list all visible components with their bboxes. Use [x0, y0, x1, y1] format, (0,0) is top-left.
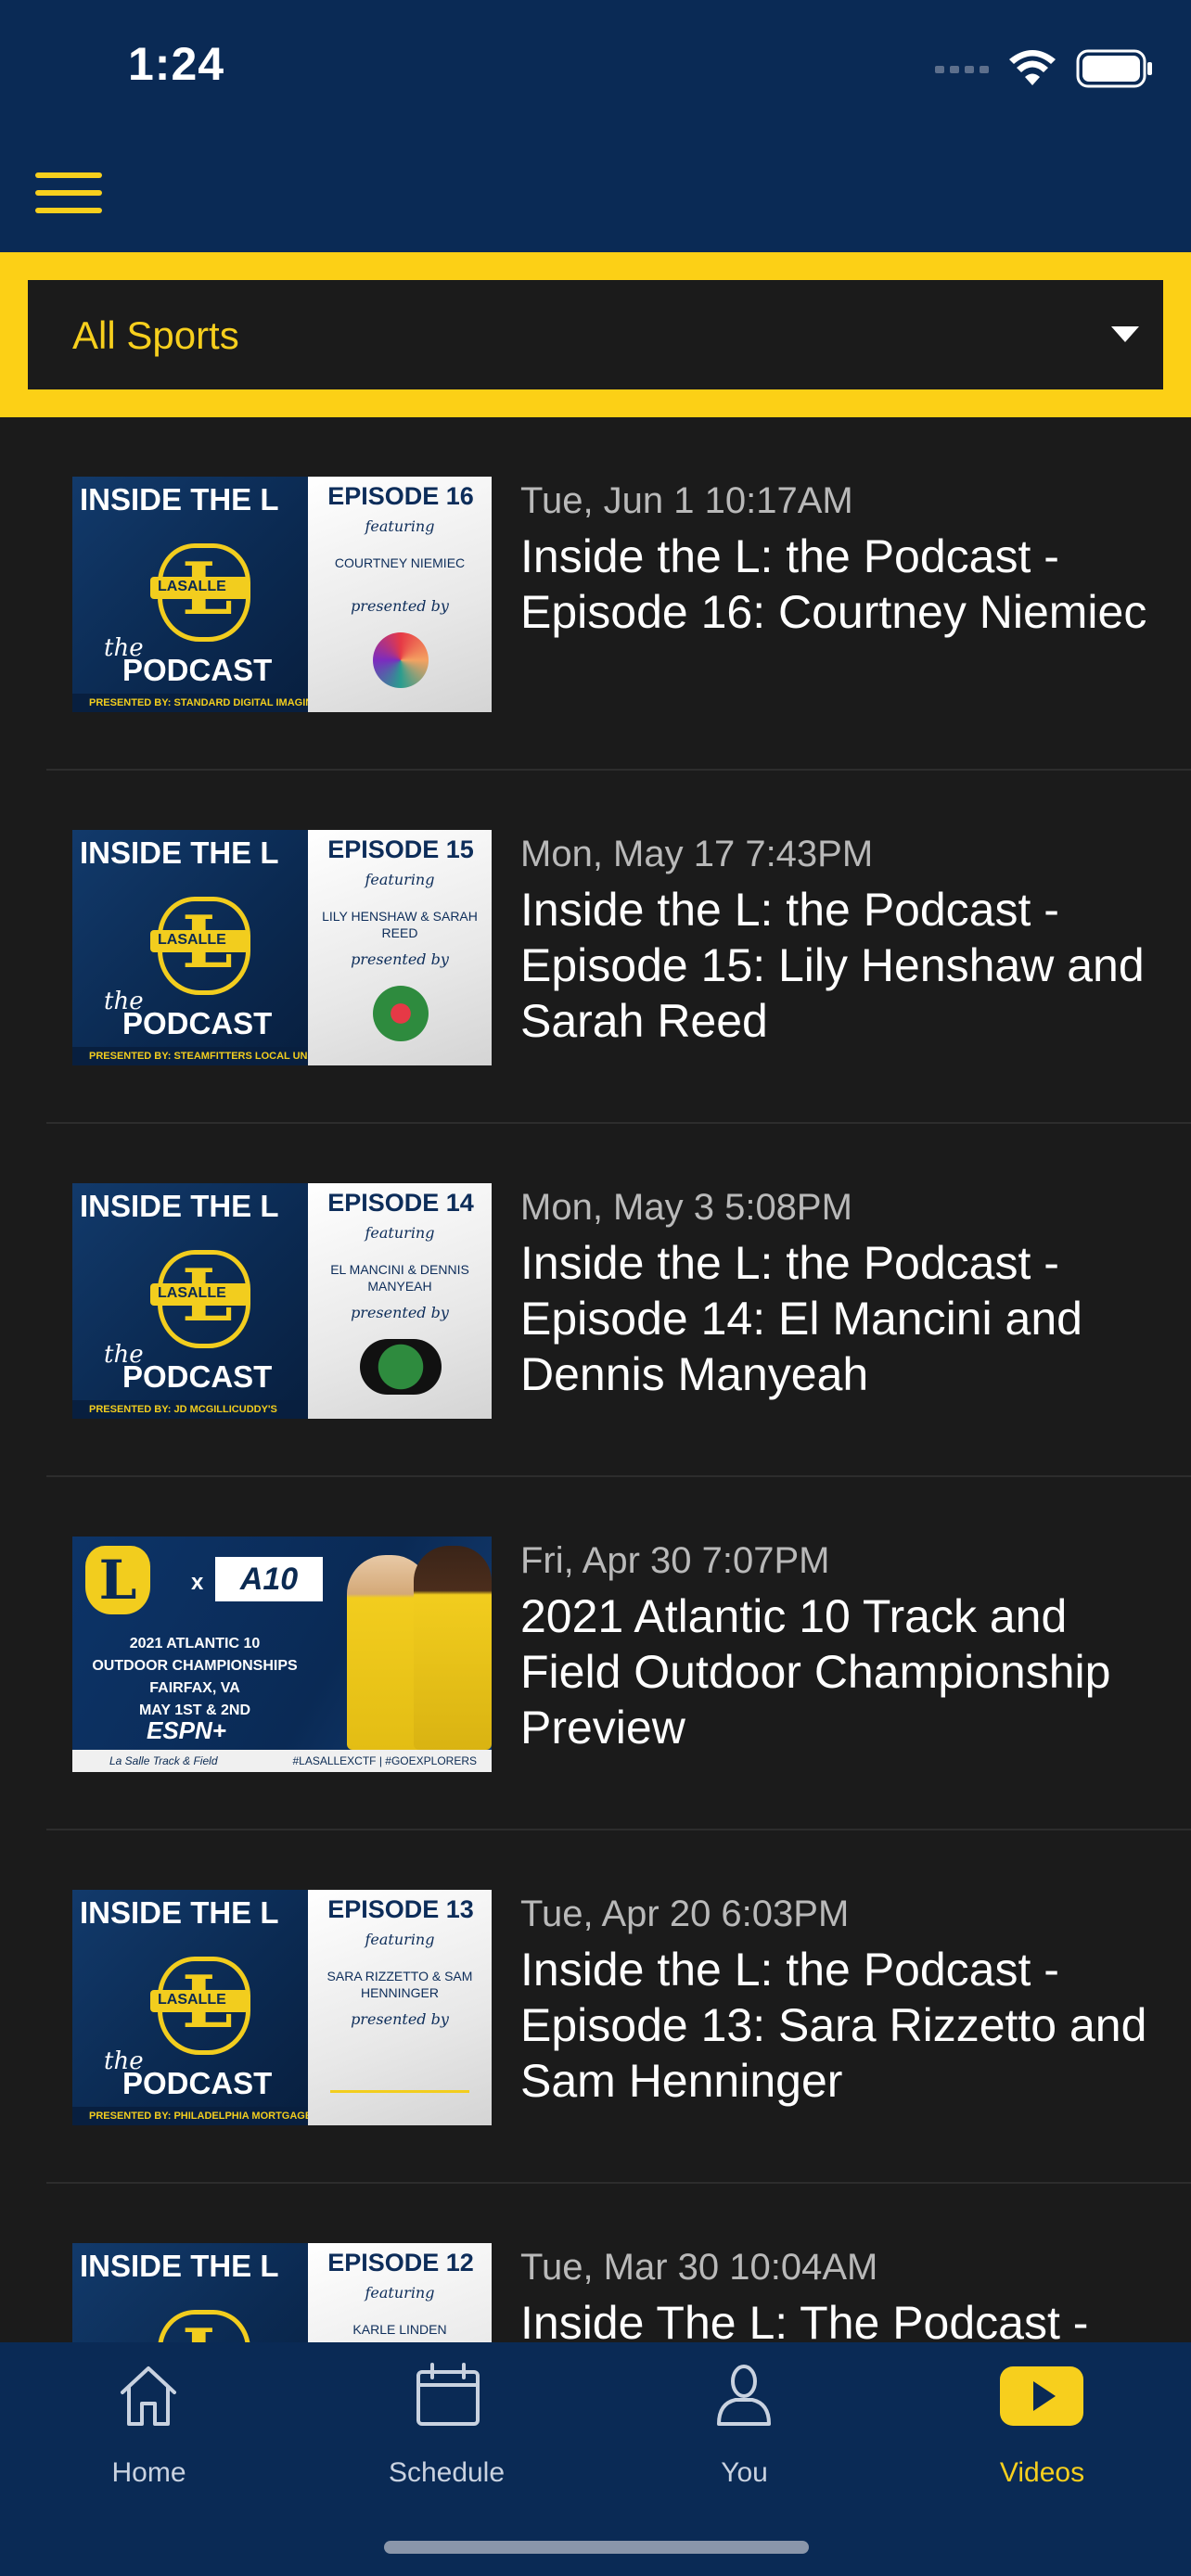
- video-title: 2021 Atlantic 10 Track and Field Outdoor…: [520, 1590, 1111, 1753]
- sport-filter-bar: All Sports: [0, 252, 1191, 417]
- calendar-icon: [416, 2363, 480, 2426]
- thumbnail-text: INSIDE THE L: [80, 482, 279, 516]
- video-title: Inside the L: the Podcast - Episode 16: …: [520, 530, 1147, 638]
- wifi-icon: [1009, 50, 1056, 85]
- home-icon: [121, 2366, 176, 2426]
- video-thumbnail: INSIDE THE L L LASALLE the PODCAST PRESE…: [72, 1890, 492, 2125]
- sponsor-logo: [373, 632, 429, 688]
- video-date: Tue, Mar 30 10:04AM: [520, 2247, 878, 2288]
- menu-icon[interactable]: [35, 172, 102, 213]
- sponsor-logo: [373, 986, 429, 1041]
- video-list-item[interactable]: INSIDE THE L L EPISODE 12 featuring KARL…: [0, 2184, 1191, 2342]
- video-title: Inside the L: the Podcast - Episode 15: …: [520, 884, 1145, 1047]
- video-list-item[interactable]: INSIDE THE L L LASALLE the PODCAST PRESE…: [0, 771, 1191, 1124]
- tab-label: You: [721, 2457, 768, 2488]
- tab-schedule[interactable]: Schedule: [298, 2342, 596, 2519]
- chevron-down-icon: [1111, 326, 1139, 342]
- video-date: Tue, Jun 1 10:17AM: [520, 480, 853, 521]
- thumbnail-text: INSIDE THE L: [80, 835, 279, 870]
- video-list-item[interactable]: INSIDE THE L L LASALLE the PODCAST PRESE…: [0, 1830, 1191, 2184]
- thumbnail-text: INSIDE THE L: [80, 1895, 279, 1930]
- video-title: Inside The L: The Podcast -: [520, 2297, 1089, 2342]
- a10-logo: A10: [215, 1557, 323, 1601]
- person-icon: [717, 2365, 771, 2426]
- video-thumbnail: INSIDE THE L L LASALLE the PODCAST PRESE…: [72, 830, 492, 1065]
- tab-label: Home: [111, 2457, 186, 2488]
- video-thumbnail: L x A10 2021 ATLANTIC 10 OUTDOOR CHAMPIO…: [72, 1537, 492, 1772]
- video-date: Tue, Apr 20 6:03PM: [520, 1894, 850, 1934]
- video-thumbnail: INSIDE THE L L LASALLE the PODCAST PRESE…: [72, 1183, 492, 1419]
- status-time: 1:24: [128, 38, 225, 90]
- video-list-item[interactable]: L x A10 2021 ATLANTIC 10 OUTDOOR CHAMPIO…: [0, 1477, 1191, 1830]
- sport-filter-value: All Sports: [72, 313, 239, 357]
- cellular-signal-icon: [935, 66, 989, 73]
- thumbnail-text: INSIDE THE L: [80, 2249, 279, 2283]
- video-thumbnail: INSIDE THE L L EPISODE 12 featuring KARL…: [72, 2243, 492, 2342]
- video-date: Mon, May 17 7:43PM: [520, 834, 874, 874]
- tab-videos[interactable]: Videos: [893, 2342, 1191, 2519]
- sponsor-logo: [330, 2059, 469, 2093]
- video-title: Inside the L: the Podcast - Episode 14: …: [520, 1237, 1082, 1400]
- tab-you[interactable]: You: [596, 2342, 893, 2519]
- video-play-icon: [1000, 2366, 1083, 2426]
- video-list: INSIDE THE L L LASALLE the PODCAST PRESE…: [0, 417, 1191, 2342]
- video-list-item[interactable]: INSIDE THE L L LASALLE the PODCAST PRESE…: [0, 417, 1191, 771]
- tab-label: Schedule: [388, 2457, 506, 2488]
- video-date: Mon, May 3 5:08PM: [520, 1187, 852, 1228]
- video-list-item[interactable]: INSIDE THE L L LASALLE the PODCAST PRESE…: [0, 1124, 1191, 1477]
- status-icons: [935, 48, 1154, 89]
- lasalle-emblem: L: [85, 1546, 150, 1614]
- video-date: Fri, Apr 30 7:07PM: [520, 1540, 830, 1581]
- video-thumbnail: INSIDE THE L L LASALLE the PODCAST PRESE…: [72, 477, 492, 712]
- top-bar: 1:24: [0, 0, 1191, 252]
- video-title: Inside the L: the Podcast - Episode 13: …: [520, 1944, 1147, 2107]
- home-indicator[interactable]: [384, 2541, 809, 2554]
- battery-icon: [1076, 49, 1152, 88]
- sport-filter-dropdown[interactable]: All Sports: [28, 280, 1163, 389]
- thumbnail-text: INSIDE THE L: [80, 1189, 279, 1223]
- espn-plus-logo: ESPN+: [147, 1716, 226, 1744]
- athlete-image: [414, 1546, 492, 1750]
- tab-home[interactable]: Home: [0, 2342, 298, 2519]
- tab-label: Videos: [999, 2457, 1085, 2488]
- sponsor-logo: [360, 1339, 442, 1395]
